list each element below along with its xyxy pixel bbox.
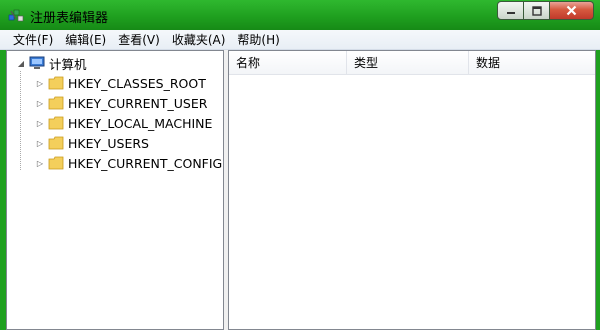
window-frame-right (596, 50, 600, 330)
list-header: 名称 类型 数据 (229, 51, 595, 75)
menu-view[interactable]: 查看(V) (113, 30, 165, 50)
computer-icon (29, 56, 45, 69)
menu-edit[interactable]: 编辑(E) (60, 30, 111, 50)
folder-icon (48, 96, 64, 110)
maximize-button[interactable] (524, 1, 550, 20)
expand-arrow-icon[interactable]: ▷ (34, 117, 46, 129)
close-button[interactable] (550, 1, 594, 20)
folder-icon (48, 136, 64, 150)
folder-icon (48, 116, 64, 130)
tree-item-label: HKEY_CURRENT_USER (68, 95, 208, 111)
registry-tree[interactable]: ◢ 计算机 ▷ HKEY_CLASSES_ROOT ▷ HKEY_CURRENT… (6, 50, 224, 330)
expand-arrow-icon[interactable]: ▷ (34, 77, 46, 89)
column-header-data[interactable]: 数据 (469, 51, 595, 75)
window-title: 注册表编辑器 (30, 11, 109, 26)
window-controls (497, 1, 594, 20)
tree-item-computer[interactable]: ◢ 计算机 (15, 53, 87, 73)
expand-arrow-icon[interactable]: ▷ (34, 157, 46, 169)
tree-item-label: HKEY_CURRENT_CONFIG (68, 155, 223, 171)
tree-item-hkey-classes-root[interactable]: ▷ HKEY_CLASSES_ROOT (34, 73, 206, 93)
values-list[interactable]: 名称 类型 数据 (228, 50, 596, 330)
expand-arrow-icon[interactable]: ▷ (34, 137, 46, 149)
close-icon (566, 5, 577, 16)
column-header-type[interactable]: 类型 (347, 51, 469, 75)
tree-item-label: HKEY_LOCAL_MACHINE (68, 115, 213, 131)
minimize-button[interactable] (497, 1, 524, 20)
menu-favorites[interactable]: 收藏夹(A) (167, 30, 231, 50)
menu-bar: 文件(F) 编辑(E) 查看(V) 收藏夹(A) 帮助(H) (0, 30, 600, 50)
tree-connector-line (20, 71, 21, 171)
collapse-arrow-icon[interactable]: ◢ (15, 57, 27, 69)
expand-arrow-icon[interactable]: ▷ (34, 97, 46, 109)
tree-item-hkey-current-user[interactable]: ▷ HKEY_CURRENT_USER (34, 93, 208, 113)
tree-item-label: HKEY_USERS (68, 135, 149, 151)
maximize-icon (531, 5, 542, 16)
folder-icon (48, 76, 64, 90)
tree-item-hkey-users[interactable]: ▷ HKEY_USERS (34, 133, 149, 153)
column-header-name[interactable]: 名称 (229, 51, 347, 75)
tree-item-label: HKEY_CLASSES_ROOT (68, 75, 206, 91)
tree-item-label: 计算机 (49, 56, 87, 72)
tree-item-hkey-local-machine[interactable]: ▷ HKEY_LOCAL_MACHINE (34, 113, 213, 133)
folder-icon (48, 156, 64, 170)
menu-file[interactable]: 文件(F) (8, 30, 58, 50)
minimize-icon (506, 11, 515, 14)
title-bar: 注册表编辑器 (0, 0, 600, 30)
registry-editor-icon (8, 9, 24, 22)
tree-item-hkey-current-config[interactable]: ▷ HKEY_CURRENT_CONFIG (34, 153, 222, 173)
menu-help[interactable]: 帮助(H) (232, 30, 284, 50)
